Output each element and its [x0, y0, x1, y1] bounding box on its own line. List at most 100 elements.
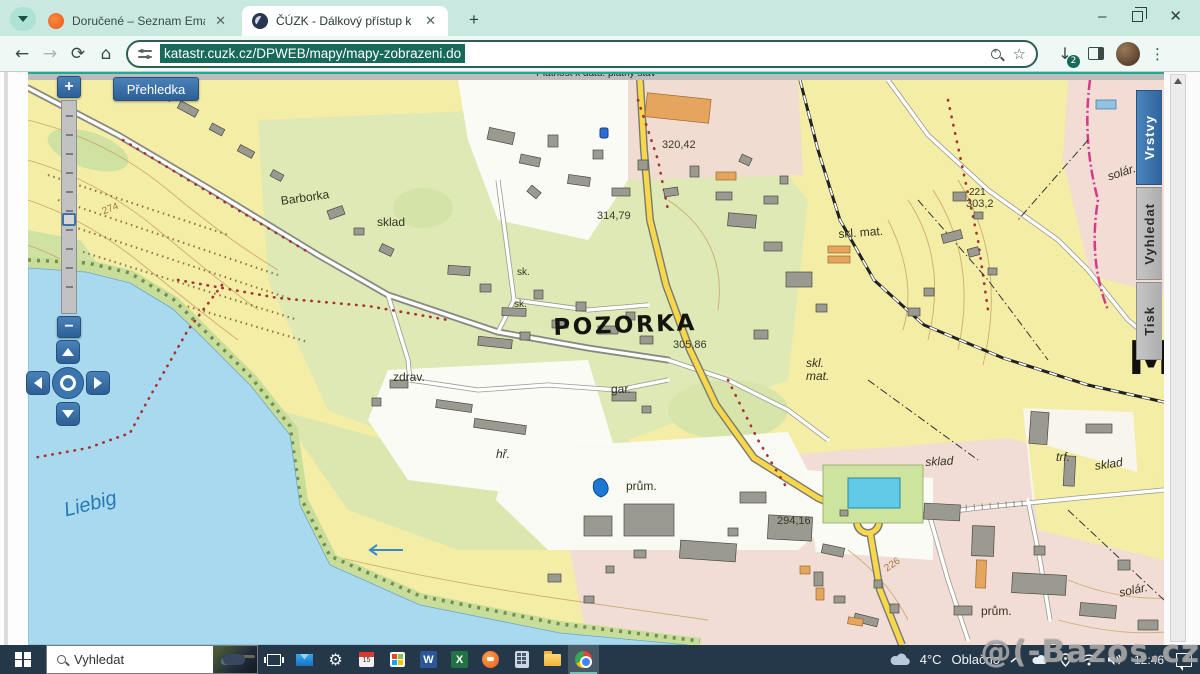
- tab-title: ČÚZK - Dálkový přístup k údajů: [276, 14, 415, 28]
- chrome-icon: [575, 651, 592, 668]
- page-left-margin: [0, 72, 28, 645]
- tab-seznam-email[interactable]: Doručené – Seznam Email ✕: [38, 6, 238, 36]
- word-icon: W: [420, 651, 437, 668]
- map-side-tabs: Vrstvy Vyhledat Tisk: [1136, 90, 1162, 362]
- seznam-button[interactable]: [475, 645, 506, 674]
- settings-button[interactable]: ⚙: [320, 645, 351, 674]
- map-label: hř.: [496, 448, 510, 460]
- minimize-button[interactable]: –: [1098, 8, 1106, 25]
- office-button[interactable]: [382, 645, 413, 674]
- bookmark-star-icon[interactable]: ☆: [1013, 45, 1026, 63]
- excel-button[interactable]: X: [444, 645, 475, 674]
- close-button[interactable]: ✕: [1169, 7, 1182, 25]
- calendar-icon: [359, 652, 374, 667]
- downloads-badge: 2: [1067, 55, 1080, 68]
- taskbar-search[interactable]: Vyhledat: [46, 645, 258, 674]
- search-placeholder: Vyhledat: [74, 652, 124, 667]
- side-panel-icon[interactable]: [1088, 47, 1104, 60]
- site-settings-icon[interactable]: [138, 49, 152, 59]
- map-label: 314,79: [597, 211, 631, 222]
- zoom-handle[interactable]: [62, 213, 76, 226]
- tab-cuzk[interactable]: ČÚZK - Dálkový přístup k údajů ✕: [242, 6, 448, 36]
- browser-toolbar: ← → ⟳ ⌂ katastr.cuzk.cz/DPWEB/mapy/mapy-…: [0, 36, 1200, 72]
- map-label: gar.: [611, 383, 631, 395]
- map-label: 294,16: [777, 516, 811, 527]
- task-view-icon: [267, 654, 281, 666]
- weather-cloud-icon: [890, 653, 910, 666]
- screen: Doručené – Seznam Email ✕ ČÚZK - Dálkový…: [0, 0, 1200, 674]
- tab-close-icon[interactable]: ✕: [423, 13, 438, 29]
- map-label: mat.: [806, 370, 829, 382]
- folder-icon: [544, 654, 561, 666]
- address-bar[interactable]: katastr.cuzk.cz/DPWEB/mapy/mapy-zobrazen…: [126, 40, 1038, 68]
- map-label: skl.: [806, 357, 824, 369]
- arrow-up-icon: [62, 348, 74, 356]
- pan-down-button[interactable]: [56, 402, 80, 426]
- game-thumbnail-icon[interactable]: [213, 646, 257, 673]
- taskbar-icons: ⚙ W X: [258, 645, 599, 674]
- window-controls: – ✕: [1098, 0, 1194, 32]
- prehledka-button[interactable]: Přehledka: [113, 77, 199, 101]
- url-text[interactable]: katastr.cuzk.cz/DPWEB/mapy/mapy-zobrazen…: [160, 44, 465, 63]
- calculator-button[interactable]: [506, 645, 537, 674]
- map-canvas: [28, 80, 1164, 645]
- back-button[interactable]: ←: [8, 40, 36, 68]
- restore-button[interactable]: [1132, 11, 1143, 22]
- cuzk-favicon-icon: [252, 13, 268, 29]
- zoom-out-button[interactable]: −: [57, 316, 81, 338]
- map-label: skl. mat.: [838, 225, 883, 240]
- word-button[interactable]: W: [413, 645, 444, 674]
- arrow-right-icon: [94, 377, 102, 389]
- map-label: POZORKA: [553, 312, 697, 340]
- calculator-icon: [515, 651, 529, 668]
- map-label: 305,86: [673, 340, 707, 351]
- reload-button[interactable]: ⟳: [64, 40, 92, 68]
- page-content: Platnost k datu: platný stav: [0, 72, 1200, 645]
- zoom-page-icon[interactable]: [991, 49, 1001, 59]
- map-label: zdrav.: [393, 371, 425, 383]
- pan-up-button[interactable]: [56, 340, 80, 364]
- tab-title: Doručené – Seznam Email: [72, 14, 205, 28]
- weather-temp[interactable]: 4°C: [920, 652, 942, 667]
- downloads-button[interactable]: ↓2: [1052, 41, 1078, 67]
- task-view-button[interactable]: [258, 645, 289, 674]
- file-explorer-button[interactable]: [537, 645, 568, 674]
- pan-compass[interactable]: [26, 340, 110, 426]
- map-label: prům.: [981, 605, 1012, 617]
- start-button[interactable]: [0, 645, 46, 674]
- vertical-scrollbar[interactable]: [1170, 74, 1186, 642]
- page-right-margin: [1164, 72, 1200, 645]
- calendar-button[interactable]: [351, 645, 382, 674]
- zoom-in-button[interactable]: +: [57, 76, 81, 98]
- map-label: 320,42: [662, 140, 696, 151]
- cadastral-map[interactable]: POZORKALiebigBarborkaskladsk.sk.314,7932…: [28, 80, 1164, 645]
- chrome-button[interactable]: [568, 645, 599, 674]
- zoom-track[interactable]: [61, 100, 77, 314]
- watermark: @(-Bazos.cz: [980, 634, 1200, 670]
- pan-right-button[interactable]: [86, 371, 110, 395]
- gear-icon: ⚙: [328, 650, 342, 669]
- scroll-up-icon[interactable]: [1174, 78, 1182, 84]
- map-label: trf.: [1056, 451, 1070, 463]
- tab-search-button[interactable]: [10, 7, 36, 31]
- pan-left-button[interactable]: [26, 371, 50, 395]
- chevron-down-icon: [18, 16, 28, 22]
- mail-button[interactable]: [289, 645, 320, 674]
- profile-avatar[interactable]: [1116, 42, 1140, 66]
- map-label: sklad: [1094, 456, 1123, 472]
- browser-menu-icon[interactable]: ⋮: [1150, 45, 1165, 63]
- office-grid-icon: [390, 652, 405, 667]
- seznam-favicon-icon: [48, 13, 64, 29]
- seznam-icon: [482, 651, 499, 668]
- tab-vyhledat[interactable]: Vyhledat: [1136, 187, 1162, 280]
- forward-button[interactable]: →: [36, 40, 64, 68]
- arrow-down-icon: [62, 410, 74, 418]
- map-label: sklad: [925, 455, 954, 468]
- tab-tisk[interactable]: Tisk: [1136, 282, 1162, 360]
- pan-center-button[interactable]: [52, 367, 84, 399]
- tab-vrstvy[interactable]: Vrstvy: [1136, 90, 1162, 185]
- mail-icon: [296, 654, 313, 666]
- new-tab-button[interactable]: +: [462, 8, 486, 32]
- tab-close-icon[interactable]: ✕: [213, 13, 228, 29]
- home-button[interactable]: ⌂: [92, 40, 120, 68]
